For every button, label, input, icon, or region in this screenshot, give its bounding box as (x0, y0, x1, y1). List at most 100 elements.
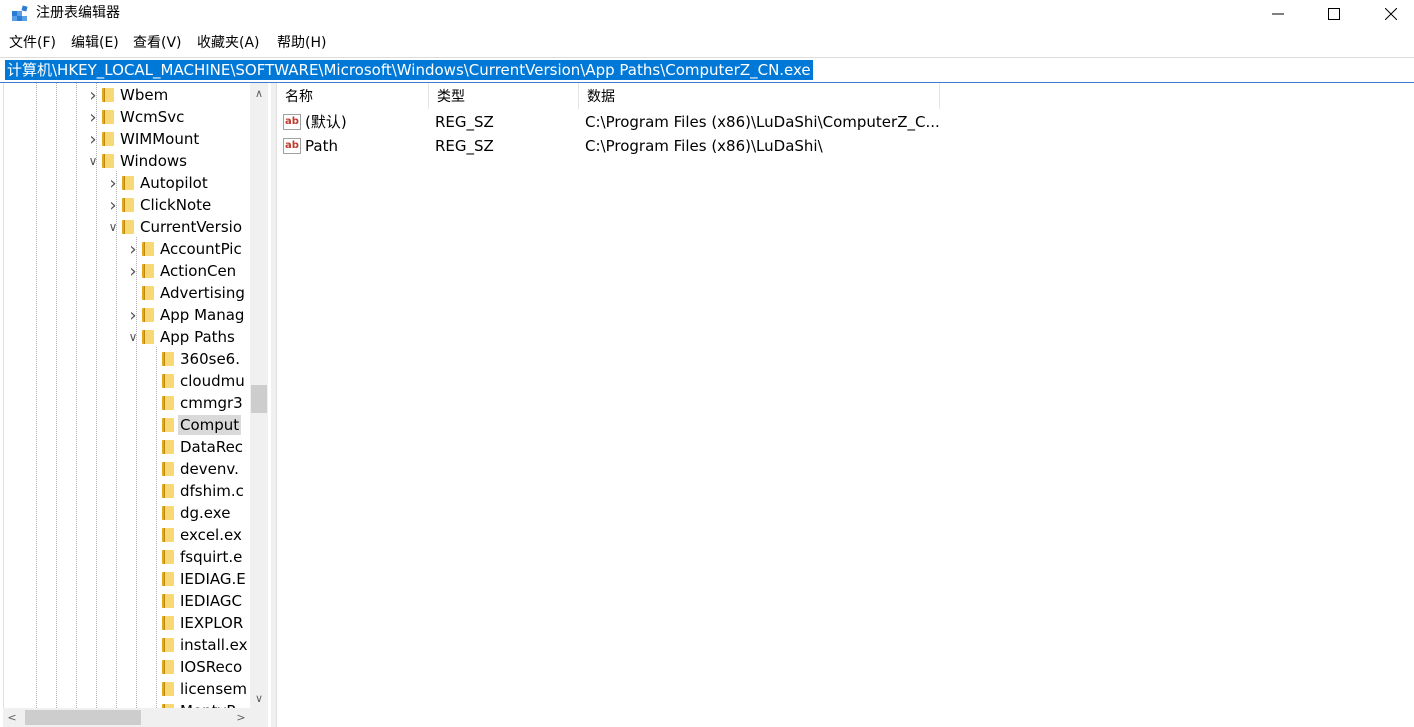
scroll-left-icon[interactable]: < (3, 708, 21, 727)
tree-item-label: MontyR (178, 701, 239, 708)
tree-item[interactable]: IOSReco (146, 656, 244, 678)
menu-bar: 文件(F) 编辑(E) 查看(V) 收藏夹(A) 帮助(H) (0, 32, 1414, 54)
scroll-thumb[interactable] (251, 385, 267, 413)
tree-item[interactable]: 360se6. (146, 348, 242, 370)
chevron-right-icon[interactable]: › (126, 238, 140, 260)
tree-item[interactable]: cloudmu (146, 370, 247, 392)
tree-item-label: CurrentVersio (140, 218, 242, 236)
tree-item[interactable]: IEDIAGC (146, 590, 244, 612)
tree-item[interactable]: › WIMMount (86, 128, 201, 150)
menu-view[interactable]: 查看(V) (133, 34, 182, 52)
scroll-up-icon[interactable]: ∧ (250, 83, 268, 103)
maximize-button[interactable] (1311, 0, 1357, 28)
tree-vertical-scrollbar[interactable]: ∧ ∨ (250, 83, 268, 708)
tree-item[interactable]: › Wbem (86, 84, 170, 106)
menu-favorites[interactable]: 收藏夹(A) (197, 34, 260, 52)
tree-item-label: Windows (120, 152, 187, 170)
close-icon (1385, 8, 1397, 20)
tree-item[interactable]: cmmgr3 (146, 392, 245, 414)
tree-item-label: cmmgr3 (180, 394, 243, 412)
scroll-down-icon[interactable]: ∨ (250, 688, 268, 708)
scroll-thumb[interactable] (25, 710, 141, 725)
tree-item[interactable]: ∨ App Paths (126, 326, 237, 348)
chevron-down-icon[interactable]: ∨ (86, 150, 100, 172)
tree-item[interactable]: devenv. (146, 458, 241, 480)
folder-icon (162, 418, 174, 432)
address-bar[interactable]: 计算机\HKEY_LOCAL_MACHINE\SOFTWARE\Microsof… (0, 57, 1414, 83)
tree-item-label: install.ex (180, 636, 248, 654)
chevron-right-icon[interactable]: › (86, 128, 100, 150)
tree-item[interactable]: licensem (146, 678, 249, 700)
tree-item[interactable]: › ActionCen (126, 260, 238, 282)
tree-item[interactable]: › WcmSvc (86, 106, 186, 128)
tree-item-label: AccountPic (160, 240, 242, 258)
folder-icon (162, 616, 174, 630)
tree-item[interactable]: › Autopilot (106, 172, 210, 194)
tree-connector (146, 436, 160, 458)
menu-file[interactable]: 文件(F) (9, 34, 56, 52)
tree-item-label: WIMMount (120, 130, 200, 148)
column-name-header[interactable]: 名称 (277, 83, 429, 109)
tree-item[interactable]: MontyR (146, 700, 239, 708)
tree-item[interactable]: install.ex (146, 634, 250, 656)
menu-help[interactable]: 帮助(H) (277, 34, 326, 52)
chevron-right-icon[interactable]: › (106, 194, 120, 216)
tree-item[interactable]: fsquirt.e (146, 546, 244, 568)
values-list[interactable]: 名称 类型 数据 ab (默认) REG_SZ C:\Program Files… (277, 83, 1414, 727)
tree-horizontal-scrollbar[interactable]: < > (3, 708, 250, 727)
tree-item[interactable]: Comput (146, 414, 242, 436)
value-row[interactable]: ab (默认) REG_SZ C:\Program Files (x86)\Lu… (277, 110, 940, 134)
tree-connector (146, 590, 160, 612)
chevron-right-icon[interactable]: › (86, 84, 100, 106)
folder-icon (162, 638, 174, 652)
maximize-icon (1328, 8, 1340, 20)
minimize-icon (1272, 13, 1284, 15)
address-path[interactable]: 计算机\HKEY_LOCAL_MACHINE\SOFTWARE\Microsof… (5, 60, 813, 80)
tree-guide-line (96, 83, 97, 708)
tree-item[interactable]: › AccountPic (126, 238, 244, 260)
folder-icon (162, 506, 174, 520)
chevron-down-icon[interactable]: ∨ (106, 216, 120, 238)
tree-item[interactable]: dfshim.c (146, 480, 246, 502)
tree-item[interactable]: IEDIAG.E (146, 568, 248, 590)
tree-item[interactable]: Advertising (126, 282, 247, 304)
tree-item-label: IEDIAGC (180, 592, 242, 610)
column-data-header[interactable]: 数据 (579, 83, 940, 109)
tree-item-label: WcmSvc (120, 108, 185, 126)
tree-item[interactable]: ∨ CurrentVersio (106, 216, 244, 238)
folder-icon (142, 264, 154, 278)
tree-item[interactable]: › App Manag (126, 304, 246, 326)
tree-item[interactable]: IEXPLOR (146, 612, 245, 634)
tree-item[interactable]: dg.exe (146, 502, 232, 524)
tree-connector (146, 414, 160, 436)
tree-item[interactable]: excel.ex (146, 524, 244, 546)
tree-item-label: App Manag (160, 306, 245, 324)
chevron-right-icon[interactable]: › (86, 106, 100, 128)
close-button[interactable] (1368, 0, 1414, 28)
chevron-right-icon[interactable]: › (126, 260, 140, 282)
value-row[interactable]: ab Path REG_SZ C:\Program Files (x86)\Lu… (277, 134, 940, 158)
tree-item-label: IEDIAG.E (180, 570, 246, 588)
tree-item-label: App Paths (160, 328, 235, 346)
menu-edit[interactable]: 编辑(E) (71, 34, 119, 52)
folder-icon (162, 352, 174, 366)
folder-icon (162, 572, 174, 586)
tree-connector (146, 546, 160, 568)
list-header: 名称 类型 数据 (277, 83, 940, 109)
folder-icon (122, 176, 134, 190)
tree-connector (146, 656, 160, 678)
key-tree[interactable]: › Wbem › WcmSvc › WIMMount ∨ Windows › Autopilot ›… (3, 83, 272, 708)
column-type-header[interactable]: 类型 (429, 83, 579, 109)
tree-item[interactable]: DataRec (146, 436, 245, 458)
tree-item[interactable]: › ClickNote (106, 194, 213, 216)
chevron-right-icon[interactable]: › (106, 172, 120, 194)
chevron-right-icon[interactable]: › (126, 304, 140, 326)
folder-icon (162, 462, 174, 476)
chevron-down-icon[interactable]: ∨ (126, 326, 140, 348)
folder-icon (162, 682, 174, 696)
minimize-button[interactable] (1255, 0, 1301, 28)
scroll-right-icon[interactable]: > (232, 708, 250, 727)
title-bar: 注册表编辑器 (0, 0, 1414, 30)
tree-item[interactable]: ∨ Windows (86, 150, 189, 172)
folder-icon (102, 132, 114, 146)
